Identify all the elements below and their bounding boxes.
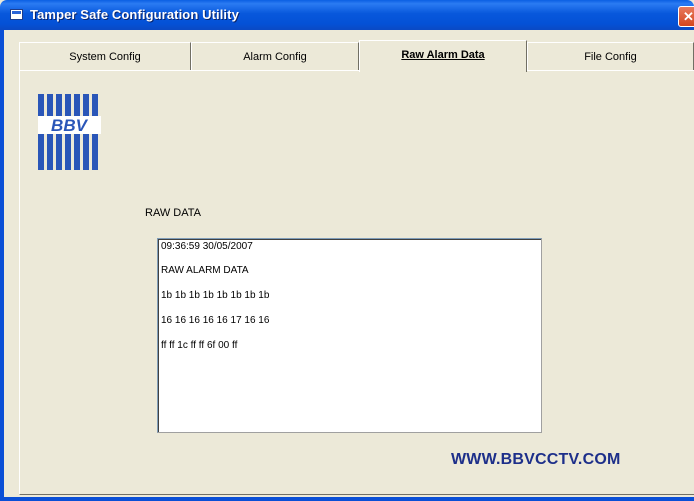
bbv-logo: BBV (38, 94, 101, 170)
tab-alarm-config[interactable]: Alarm Config (191, 42, 359, 70)
window-frame-bottom (0, 497, 694, 501)
list-item[interactable]: RAW ALARM DATA (161, 265, 249, 276)
app-icon (10, 9, 23, 20)
raw-data-listbox[interactable]: 09:36:59 30/05/2007 RAW ALARM DATA 1b 1b… (157, 238, 542, 433)
tab-label: File Config (584, 51, 637, 63)
window-title: Tamper Safe Configuration Utility (30, 7, 239, 22)
list-item[interactable]: 16 16 16 16 16 17 16 16 (161, 315, 269, 326)
tab-system-config[interactable]: System Config (19, 42, 191, 70)
list-item[interactable]: 09:36:59 30/05/2007 (161, 241, 253, 252)
title-bar[interactable]: Tamper Safe Configuration Utility ✕ (0, 0, 694, 30)
list-item[interactable]: 1b 1b 1b 1b 1b 1b 1b 1b (161, 290, 269, 301)
tab-label: System Config (69, 51, 141, 63)
tab-label: Alarm Config (243, 51, 307, 63)
tab-raw-alarm-data[interactable]: Raw Alarm Data (359, 40, 527, 72)
application-window: Tamper Safe Configuration Utility ✕ Syst… (0, 0, 694, 501)
list-item[interactable]: ff ff 1c ff ff 6f 00 ff (161, 340, 237, 351)
raw-data-label: RAW DATA (145, 207, 202, 219)
tab-label: Raw Alarm Data (401, 49, 485, 61)
tab-file-config[interactable]: File Config (527, 42, 694, 70)
logo-text: BBV (51, 116, 89, 135)
close-button[interactable]: ✕ (678, 6, 694, 27)
window-frame-left (0, 30, 4, 501)
website-url: WWW.BBVCCTV.COM (451, 451, 621, 468)
